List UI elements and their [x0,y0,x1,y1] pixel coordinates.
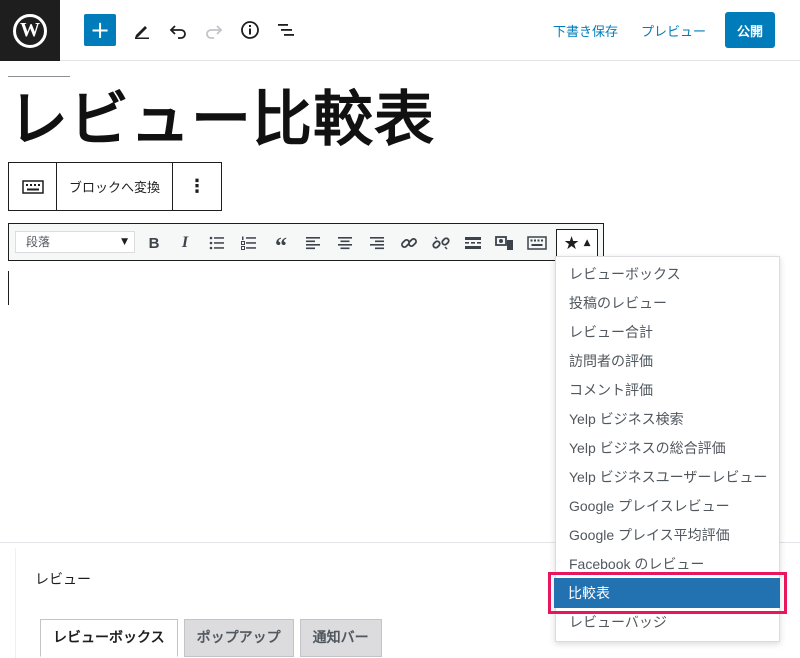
menu-item-yelp-overall[interactable]: Yelp ビジネスの総合評価 [556,434,779,463]
bold-button[interactable]: B [142,231,166,255]
outline-button[interactable] [270,14,302,46]
menu-item-comparison-table[interactable]: 比較表 [554,578,780,608]
align-center-icon [338,237,352,250]
editor-header: W + 下書き保存 プレビュー 公開 [0,0,800,61]
wordpress-logo[interactable]: W [0,0,60,61]
redo-button[interactable] [198,14,230,46]
align-left-icon [306,237,320,250]
align-left-button[interactable] [301,231,325,255]
numbered-list-button[interactable] [237,231,261,255]
publish-button[interactable]: 公開 [725,12,775,48]
block-toolbar: ブロックへ変換 ⋮ [8,162,222,211]
menu-item-review-box[interactable]: レビューボックス [556,260,779,289]
undo-icon [169,25,186,39]
read-more-icon [465,237,481,249]
block-type-button[interactable] [9,163,57,210]
undo-button[interactable] [162,14,194,46]
save-draft-button[interactable]: 下書き保存 [553,21,618,40]
info-icon [241,21,259,39]
bullet-list-icon [209,236,224,250]
menu-item-review-total[interactable]: レビュー合計 [556,318,779,347]
tab-notification-bar[interactable]: 通知バー [299,619,382,657]
review-panel-title: レビュー [35,572,91,588]
media-icon [495,236,513,250]
panel-edge [15,548,16,658]
review-shortcode-button[interactable]: ★ ▲ [556,229,598,257]
caret-down-icon: ▼ [121,237,128,247]
menu-item-visitor-rating[interactable]: 訪問者の評価 [556,347,779,376]
unlink-icon [432,236,450,250]
convert-to-blocks-button[interactable]: ブロックへ変換 [57,163,173,210]
edit-tool-button[interactable] [126,14,158,46]
toolbar-toggle-button[interactable] [525,231,549,255]
format-select[interactable]: 段落 ▼ [15,231,135,253]
menu-item-google-place-average[interactable]: Google プレイス平均評価 [556,521,779,550]
caret-up-icon: ▲ [583,238,591,248]
preview-button[interactable]: プレビュー [641,21,706,40]
review-panel-tabs: レビューボックス ポップアップ 通知バー [40,619,388,657]
title-divider [8,76,70,77]
pencil-icon [135,26,149,39]
add-block-button[interactable]: + [84,14,116,46]
numbered-list-icon [241,236,256,250]
list-view-icon [278,24,294,36]
read-more-button[interactable] [461,231,485,255]
redo-icon [206,25,223,39]
post-title[interactable]: レビュー比較表 [8,86,435,155]
tab-popup[interactable]: ポップアップ [183,619,294,657]
italic-button[interactable]: I [173,231,197,255]
text-cursor [8,271,9,305]
align-right-icon [370,237,384,250]
add-media-button[interactable] [493,231,517,255]
keyboard-icon [527,236,547,250]
more-options-button[interactable]: ⋮ [173,163,221,210]
wordpress-icon: W [13,13,47,48]
classic-editor-toolbar: 段落 ▼ B I “ ★ ▲ [8,223,604,261]
format-select-value: 段落 [26,235,51,249]
menu-item-comment-rating[interactable]: コメント評価 [556,376,779,405]
menu-item-yelp-search[interactable]: Yelp ビジネス検索 [556,405,779,434]
tab-review-box[interactable]: レビューボックス [40,619,178,657]
insert-link-button[interactable] [397,231,421,255]
align-center-button[interactable] [333,231,357,255]
blockquote-button[interactable]: “ [269,231,293,260]
link-icon [401,238,417,248]
details-button[interactable] [234,14,266,46]
remove-link-button[interactable] [429,231,453,255]
align-right-button[interactable] [365,231,389,255]
bullet-list-button[interactable] [205,231,229,255]
star-icon: ★ [563,232,580,254]
menu-item-post-reviews[interactable]: 投稿のレビュー [556,289,779,318]
menu-item-google-place-reviews[interactable]: Google プレイスレビュー [556,492,779,521]
menu-item-yelp-user-reviews[interactable]: Yelp ビジネスユーザーレビュー [556,463,779,492]
keyboard-icon [21,179,44,194]
